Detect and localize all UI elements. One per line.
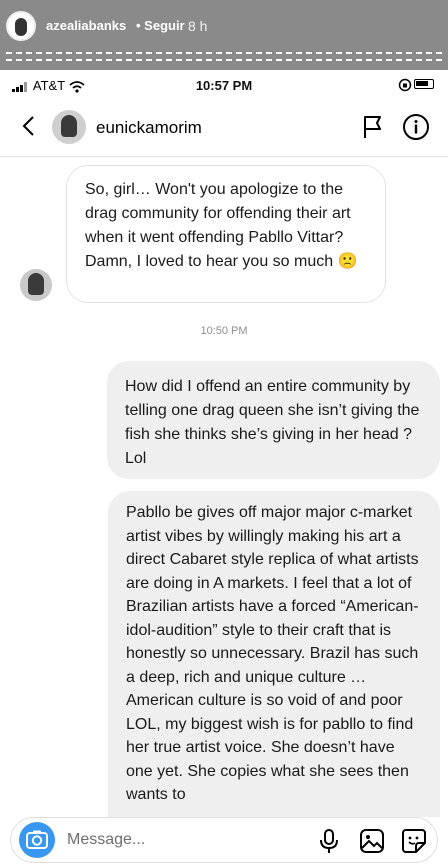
chat-avatar[interactable] bbox=[52, 110, 86, 144]
message-input[interactable] bbox=[67, 830, 267, 850]
story-time: 8 h bbox=[188, 18, 208, 34]
message-composer bbox=[10, 817, 438, 863]
gallery-icon[interactable] bbox=[359, 828, 385, 854]
battery-icon bbox=[414, 79, 434, 89]
microphone-icon[interactable] bbox=[317, 828, 341, 854]
sender-avatar[interactable] bbox=[20, 269, 52, 301]
message-thread[interactable]: So, girl… Won't you apologize to the dra… bbox=[0, 157, 448, 817]
story-progress-divider bbox=[6, 52, 442, 54]
camera-icon bbox=[26, 830, 48, 849]
incoming-message[interactable]: So, girl… Won't you apologize to the dra… bbox=[66, 165, 386, 303]
follow-button[interactable]: • Seguir bbox=[136, 18, 185, 33]
outgoing-message[interactable]: Pabllo be gives off major major c-market… bbox=[108, 491, 440, 817]
orientation-lock-icon bbox=[398, 78, 412, 92]
status-bar: AT&T 10:57 PM bbox=[0, 70, 448, 100]
sticker-icon[interactable] bbox=[401, 828, 427, 854]
camera-button[interactable] bbox=[19, 822, 55, 858]
flag-icon[interactable] bbox=[360, 114, 386, 140]
story-avatar[interactable] bbox=[6, 11, 36, 41]
story-username[interactable]: azealiabanks bbox=[46, 18, 126, 33]
chat-header: eunickamorim bbox=[0, 100, 448, 157]
status-time: 10:57 PM bbox=[195, 78, 253, 93]
info-icon[interactable] bbox=[402, 113, 430, 141]
story-header: azealiabanks • Seguir 8 h bbox=[0, 0, 448, 70]
back-icon[interactable] bbox=[18, 114, 42, 138]
outgoing-message[interactable]: How did I offend an entire community by … bbox=[107, 361, 440, 479]
chat-username[interactable]: eunickamorim bbox=[96, 118, 202, 138]
story-progress-divider bbox=[6, 59, 442, 61]
message-timestamp: 10:50 PM bbox=[200, 325, 248, 337]
